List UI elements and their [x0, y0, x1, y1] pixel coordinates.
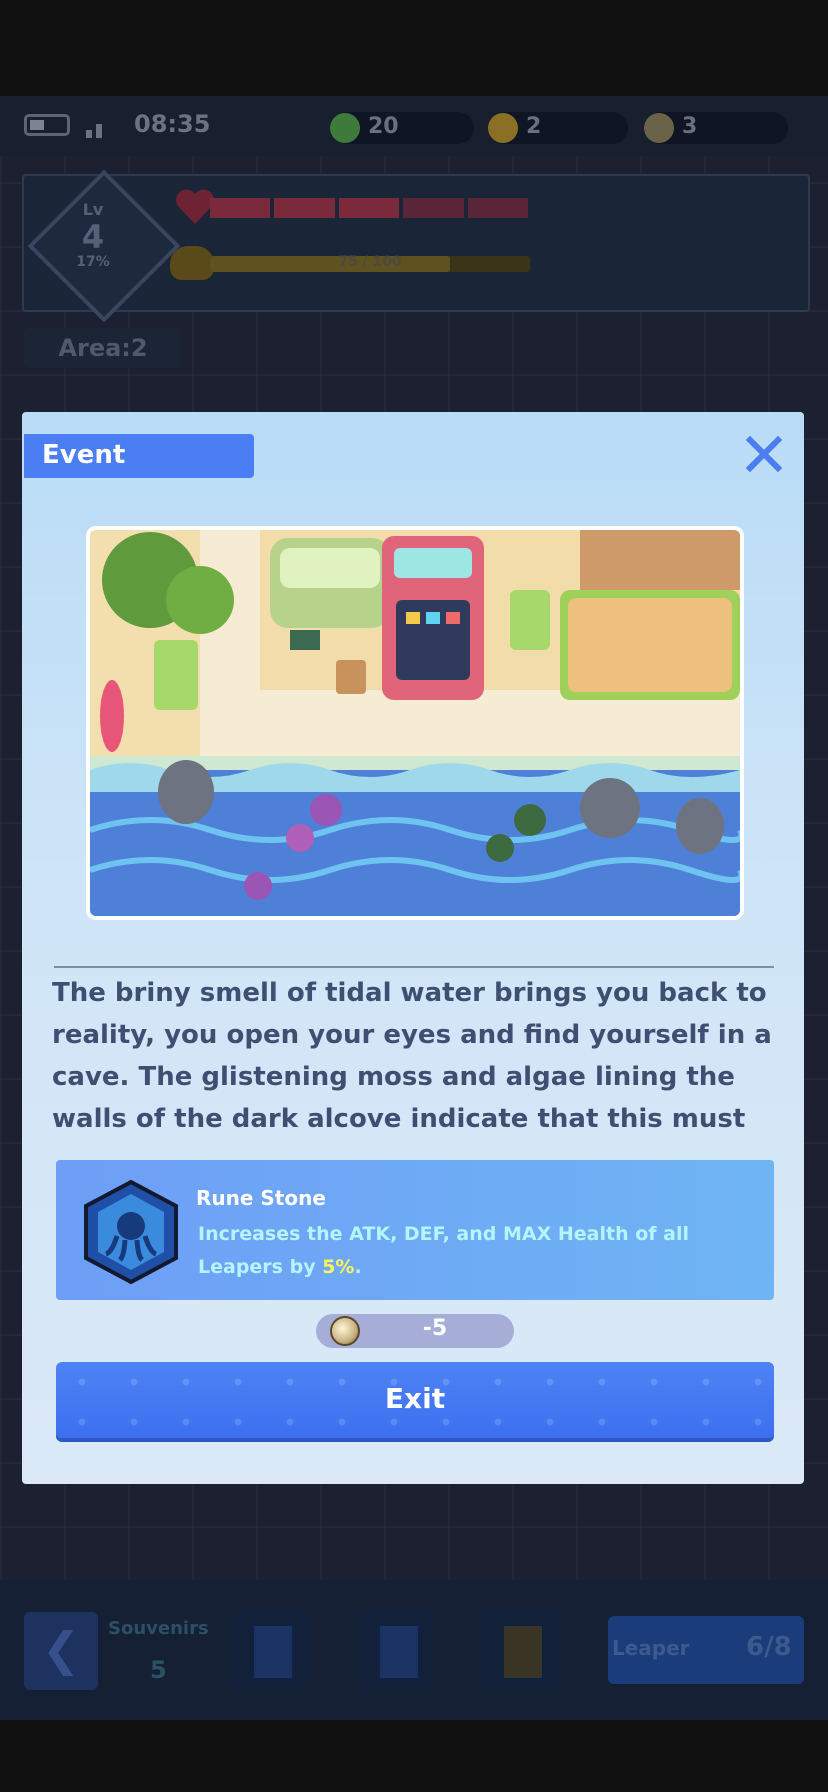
reward-percent: 5%	[322, 1256, 355, 1278]
dialog-title: Event	[42, 440, 126, 470]
souvenirs-count: 5	[150, 1656, 167, 1684]
health-segment	[403, 198, 464, 218]
health-segment	[467, 198, 529, 218]
souvenir-slot[interactable]	[230, 1610, 310, 1690]
level-number: 4	[81, 218, 105, 256]
reward-name: Rune Stone	[196, 1186, 326, 1210]
beach-scene-illustration	[86, 526, 744, 920]
divider	[54, 966, 774, 968]
rune-stone-icon	[84, 1180, 178, 1284]
health-bar	[210, 198, 529, 218]
chevron-left-icon: ❮	[41, 1622, 81, 1676]
bottom-letterbox	[0, 1720, 828, 1792]
souvenir-slot[interactable]	[480, 1610, 560, 1690]
top-letterbox	[0, 0, 828, 96]
exit-button-label[interactable]: Exit	[56, 1382, 774, 1415]
gold-count: 2	[526, 114, 542, 139]
health-segment	[338, 198, 400, 218]
souvenirs-label: Souvenirs	[108, 1618, 209, 1639]
reward-description-text: Increases the ATK, DEF, and MAX Health o…	[198, 1223, 689, 1278]
gold-resource[interactable]: 2	[488, 112, 628, 144]
battery-icon	[24, 114, 70, 136]
area-label: Area:2	[24, 328, 182, 368]
coin-icon	[330, 1316, 360, 1346]
brain-icon	[170, 246, 214, 280]
level-progress: 17%	[76, 254, 110, 270]
story-text: The briny smell of tidal water brings yo…	[52, 978, 772, 1134]
health-segment	[274, 198, 335, 218]
silver-resource[interactable]: 3	[644, 112, 788, 144]
silver-coin-icon	[644, 113, 674, 143]
souvenir-slot[interactable]	[356, 1610, 436, 1690]
beach-scene-art	[90, 530, 740, 916]
leaper-label: Leaper	[612, 1636, 690, 1660]
green-gem-icon	[330, 113, 360, 143]
reward-description-end: .	[354, 1256, 362, 1278]
souvenir-card-icon	[252, 1624, 294, 1680]
cost-value: -5	[422, 1316, 448, 1341]
experience-text: 75 / 100	[338, 254, 402, 270]
clock: 08:35	[134, 110, 211, 138]
map-scroll-icon	[502, 1624, 544, 1680]
back-button[interactable]: ❮	[24, 1612, 98, 1690]
health-segment	[210, 198, 271, 218]
reward-description: Increases the ATK, DEF, and MAX Health o…	[198, 1218, 758, 1284]
level-label: Lv	[82, 200, 104, 219]
silver-count: 3	[682, 114, 698, 139]
leaper-count: 6/8	[746, 1632, 792, 1662]
close-icon[interactable]	[744, 434, 784, 474]
gem-resource[interactable]: 20	[330, 112, 474, 144]
gold-coin-icon	[488, 113, 518, 143]
gem-count: 20	[368, 114, 399, 139]
signal-icon	[86, 124, 104, 138]
souvenir-card-icon	[378, 1624, 420, 1680]
